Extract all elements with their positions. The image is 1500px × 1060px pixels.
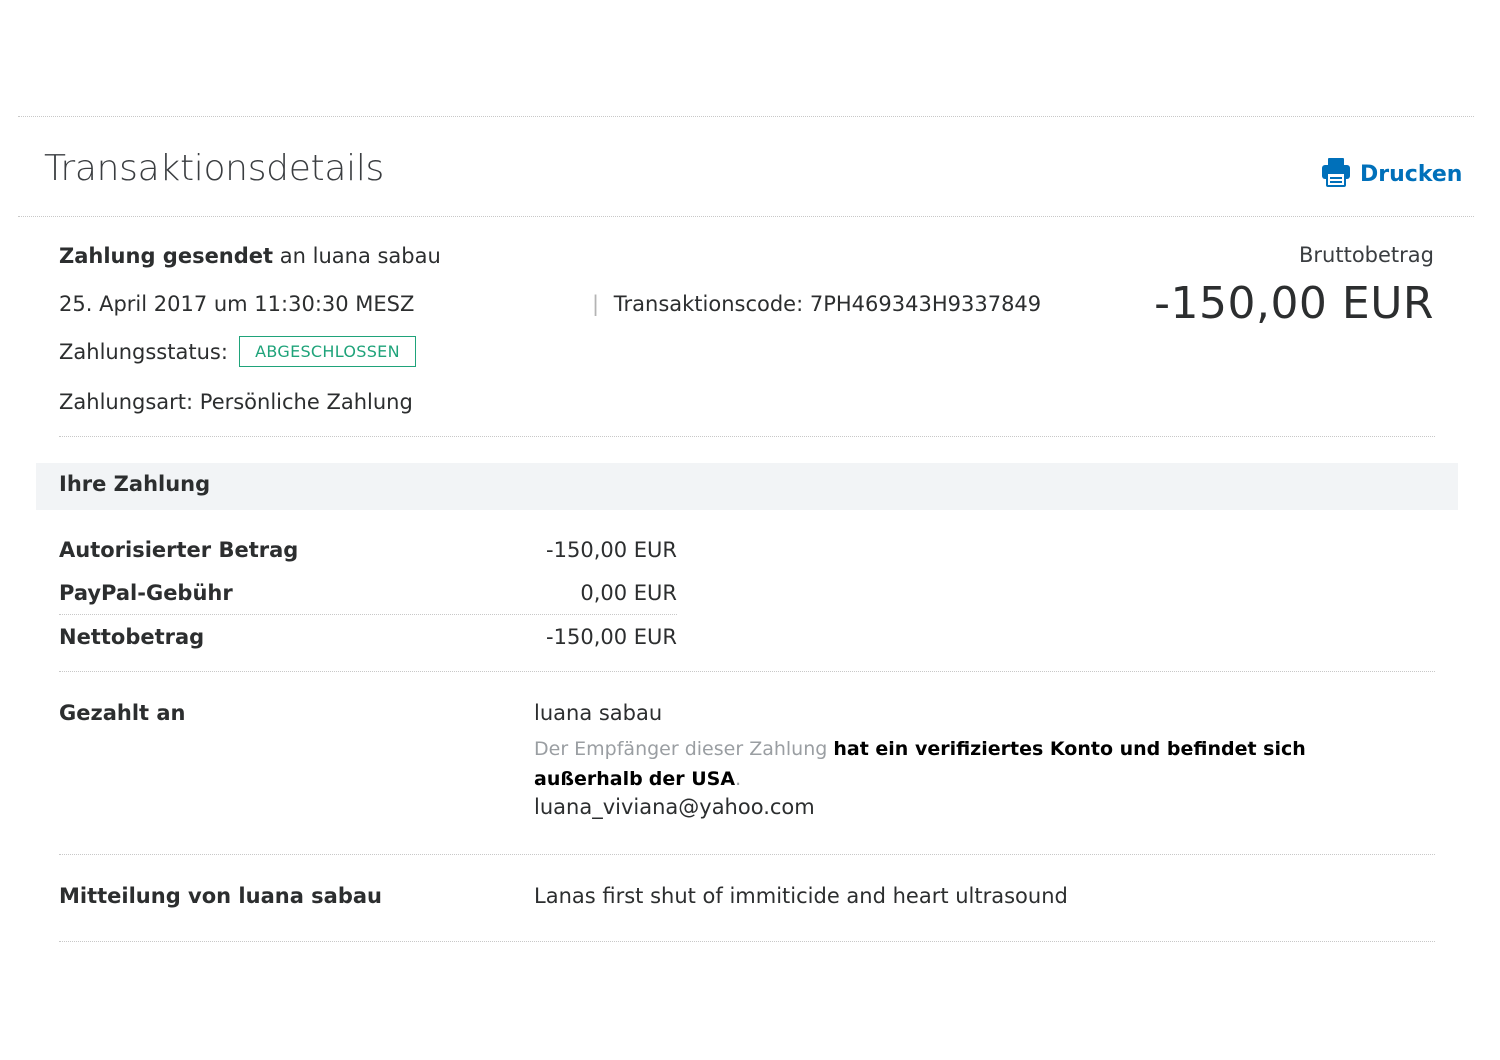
- row-label-fee: PayPal-Gebühr: [59, 581, 233, 605]
- recipient-email[interactable]: luana_viviana@yahoo.com: [534, 795, 815, 819]
- section-band: [36, 463, 1458, 510]
- transaction-code[interactable]: Transaktionscode: 7PH469343H9337849: [614, 292, 1041, 316]
- header-divider: [18, 216, 1474, 217]
- status-label: Zahlungsstatus:: [59, 340, 228, 364]
- note-bold-text-2: der USA: [648, 768, 736, 790]
- row-label-authorized: Autorisierter Betrag: [59, 538, 299, 562]
- page-title: Transaktionsdetails: [44, 148, 384, 189]
- amounts-divider: [59, 671, 1435, 672]
- print-button[interactable]: Drucken: [1320, 156, 1462, 192]
- row-label-net: Nettobetrag: [59, 625, 205, 649]
- separator: |: [592, 292, 600, 316]
- row-value-authorized: -150,00 EUR: [546, 538, 677, 562]
- summary-divider: [59, 436, 1435, 437]
- section-title-your-payment: Ihre Zahlung: [59, 472, 211, 496]
- row-value-fee: 0,00 EUR: [580, 581, 677, 605]
- fee-divider: [59, 614, 677, 615]
- note-gray-text: Der Empfänger dieser Zahlung: [534, 738, 828, 760]
- gross-amount-value: -150,00 EUR: [1154, 278, 1434, 329]
- paid-to-label: Gezahlt an: [59, 701, 186, 725]
- transaction-date: 25. April 2017 um 11:30:30 MESZ: [59, 292, 415, 316]
- payment-type: Zahlungsart: Persönliche Zahlung: [59, 390, 413, 414]
- message-text: Lanas first shut of immiticide and heart…: [534, 884, 1068, 908]
- printer-icon: [1320, 156, 1352, 192]
- transaction-code-line: | Transaktionscode: 7PH469343H9337849: [592, 292, 1041, 316]
- top-divider: [18, 116, 1474, 117]
- recipient-name: luana sabau: [534, 701, 663, 725]
- gross-amount-label: Bruttobetrag: [1299, 243, 1434, 267]
- message-divider: [59, 941, 1435, 942]
- note-end: .: [735, 768, 742, 790]
- paid-to-divider: [59, 854, 1435, 855]
- message-label: Mitteilung von luana sabau: [59, 884, 383, 908]
- recipient-note: Der Empfänger dieser Zahlung hat ein ver…: [534, 734, 1414, 794]
- print-label: Drucken: [1360, 161, 1463, 187]
- sent-to: an luana sabau: [279, 244, 441, 268]
- payment-sent-line: Zahlung gesendet an luana sabau: [59, 244, 441, 268]
- row-value-net: -150,00 EUR: [546, 625, 677, 649]
- status-badge: ABGESCHLOSSEN: [239, 336, 416, 367]
- sent-label: Zahlung gesendet: [59, 244, 274, 268]
